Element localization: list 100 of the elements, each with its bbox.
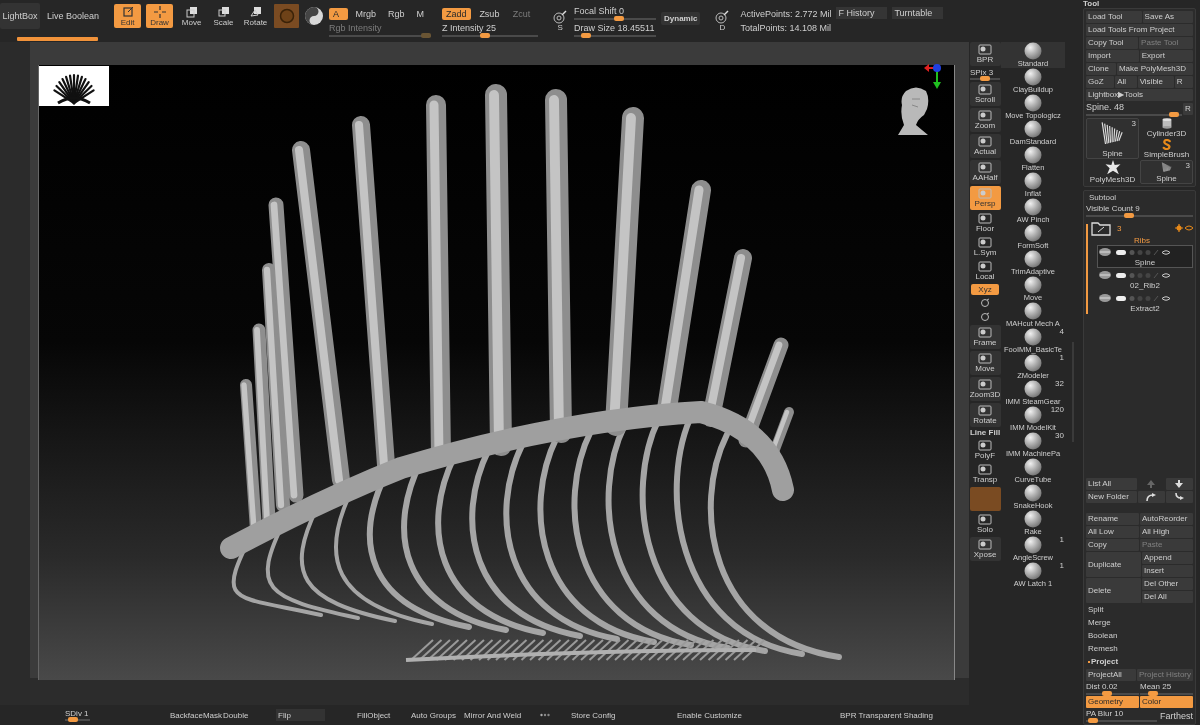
subtool-item[interactable]: Extract2 bbox=[1097, 291, 1193, 314]
bottom-button[interactable]: BPR Transparent Shading bbox=[840, 710, 933, 720]
sdiv-slider[interactable]: SDiv 1 bbox=[65, 709, 90, 721]
project-slider[interactable]: Mean 25 bbox=[1140, 682, 1193, 695]
transform-button[interactable]: Scale bbox=[210, 4, 238, 28]
subtool-item[interactable]: Spine bbox=[1097, 245, 1193, 268]
section-header[interactable]: Project bbox=[1086, 656, 1193, 668]
visible-count-slider[interactable]: Visible Count 9 bbox=[1086, 204, 1193, 217]
panel-button[interactable]: Color bbox=[1140, 696, 1193, 708]
panel-button[interactable]: All Low bbox=[1086, 526, 1139, 538]
viewport[interactable] bbox=[38, 65, 955, 680]
bottom-button[interactable]: Store Config bbox=[571, 710, 616, 720]
xyz-button[interactable]: Xyz bbox=[971, 284, 999, 295]
tool-thumbnail-button[interactable]: Cylinder3D bbox=[1140, 118, 1193, 138]
tool-slider[interactable]: Spine. 48 bbox=[1086, 102, 1182, 116]
shelf-button[interactable]: Zoom bbox=[969, 108, 1001, 132]
panel-button[interactable]: Append bbox=[1142, 552, 1193, 564]
slider-thumb[interactable] bbox=[480, 32, 491, 38]
panel-button[interactable]: Visible bbox=[1137, 76, 1174, 88]
bottom-button[interactable]: BackfaceMask bbox=[170, 710, 223, 720]
panel-button[interactable]: List All bbox=[1086, 478, 1137, 490]
shelf-button[interactable]: Transp bbox=[969, 463, 1001, 485]
slider-thumb[interactable] bbox=[581, 32, 592, 38]
bottom-button[interactable]: Flip bbox=[276, 709, 325, 721]
panel-button[interactable]: Rename bbox=[1086, 513, 1139, 525]
panel-button[interactable]: Make PolyMesh3D bbox=[1116, 63, 1193, 75]
bottom-button[interactable]: Double bbox=[223, 710, 249, 720]
live-boolean-button[interactable]: Live Boolean bbox=[45, 11, 102, 21]
panel-button[interactable]: Export bbox=[1139, 50, 1193, 62]
panel-button[interactable]: Load Tool bbox=[1086, 11, 1142, 23]
shelf-button[interactable]: L.Sym bbox=[969, 236, 1001, 258]
bottom-button[interactable]: Auto Groups bbox=[411, 710, 456, 720]
section-header[interactable]: Remesh bbox=[1086, 643, 1193, 655]
panel-button[interactable]: All High bbox=[1140, 526, 1193, 538]
panel-button[interactable]: Geometry bbox=[1086, 696, 1139, 708]
project-slider[interactable]: Dist 0.02 bbox=[1086, 682, 1139, 695]
mode-button[interactable]: Zadd bbox=[442, 7, 472, 20]
slider-thumb[interactable] bbox=[67, 717, 78, 722]
mode-button[interactable]: Rgb bbox=[384, 7, 409, 20]
shelf-button[interactable]: Xpose bbox=[969, 537, 1001, 561]
shelf-button[interactable]: Solo bbox=[969, 513, 1001, 535]
slider-thumb[interactable] bbox=[1102, 691, 1113, 696]
panel-button[interactable]: R bbox=[1183, 103, 1193, 115]
panel-button[interactable]: Duplicate bbox=[1086, 552, 1141, 577]
focal-shift-slider[interactable]: Focal Shift 0 bbox=[574, 5, 657, 20]
panel-button[interactable]: Copy bbox=[1086, 539, 1139, 551]
stroke-button[interactable]: S bbox=[553, 10, 568, 32]
slider-thumb[interactable] bbox=[1088, 718, 1099, 723]
panel-button[interactable]: Del Other bbox=[1142, 578, 1193, 590]
arrow-button[interactable] bbox=[1165, 491, 1193, 503]
shelf-button[interactable]: Floor bbox=[969, 212, 1001, 234]
shelf-button[interactable]: Zoom3D bbox=[969, 377, 1001, 401]
panel-button[interactable]: Import bbox=[1086, 50, 1139, 62]
slider-thumb[interactable] bbox=[1169, 112, 1180, 117]
panel-button[interactable]: GoZ bbox=[1086, 76, 1115, 88]
shelf-button[interactable]: Persp bbox=[969, 186, 1001, 210]
farthest-button[interactable]: Farthest bbox=[1158, 710, 1193, 721]
slider-thumb[interactable] bbox=[614, 15, 625, 21]
arrow-button[interactable] bbox=[1165, 478, 1193, 490]
panel-button[interactable]: R bbox=[1174, 76, 1194, 88]
tool-thumbnail-button[interactable]: SimpleBrush bbox=[1140, 139, 1193, 159]
panel-button[interactable]: Copy Tool bbox=[1086, 37, 1139, 49]
shelf-button[interactable]: Frame bbox=[969, 325, 1001, 349]
panel-button[interactable]: New Folder bbox=[1086, 491, 1137, 503]
mode-button[interactable]: Mrgb bbox=[351, 7, 381, 20]
panel-button[interactable]: AutoReorder bbox=[1140, 513, 1193, 525]
transform-button[interactable]: Rotate bbox=[242, 4, 270, 28]
slider-thumb[interactable] bbox=[980, 76, 990, 81]
material-swatch[interactable] bbox=[274, 4, 300, 28]
shelf-button[interactable]: Move bbox=[969, 351, 1001, 375]
panel-button[interactable]: All bbox=[1115, 76, 1137, 88]
shelf-button[interactable]: BPR bbox=[969, 42, 1001, 66]
draw-button[interactable]: Draw bbox=[146, 4, 174, 28]
shelf-button[interactable]: Scroll bbox=[969, 82, 1001, 106]
rotate-axis-button[interactable] bbox=[978, 311, 992, 323]
panel-button[interactable]: Del All bbox=[1142, 591, 1193, 603]
panel-button[interactable]: Load Tools From Project bbox=[1086, 24, 1193, 36]
bottom-button[interactable]: Mirror And Weld bbox=[464, 710, 522, 720]
spix-slider[interactable]: SPix 3 bbox=[970, 68, 1000, 80]
alpha-button[interactable]: D bbox=[715, 10, 730, 32]
rotate-axis-button[interactable] bbox=[978, 297, 992, 309]
shelf-button[interactable]: AAHalf bbox=[969, 160, 1001, 184]
shelf-button[interactable]: Actual bbox=[969, 134, 1001, 158]
pa-blur-slider[interactable]: PA Blur 10 bbox=[1086, 709, 1157, 722]
bottom-button[interactable]: Enable Customize bbox=[677, 710, 742, 720]
section-header[interactable]: Boolean bbox=[1086, 630, 1193, 642]
mode-button[interactable]: M bbox=[412, 7, 432, 20]
lightbox-button[interactable]: LightBox bbox=[0, 3, 40, 29]
shelf-button[interactable]: Rotate bbox=[969, 403, 1001, 427]
z-intensity-slider[interactable]: Z Intensity 25 bbox=[442, 22, 539, 37]
bottom-button[interactable]: FillObject bbox=[357, 710, 391, 720]
section-header[interactable]: Split bbox=[1086, 604, 1193, 616]
turntable-button[interactable]: Turntable bbox=[892, 7, 944, 19]
mode-button[interactable]: A bbox=[329, 7, 348, 20]
draw-size-slider[interactable]: Draw Size 18.45511 bbox=[574, 22, 657, 37]
subtool-item[interactable]: 02_Rib2 bbox=[1097, 268, 1193, 291]
f-history-button[interactable]: F History bbox=[836, 7, 888, 19]
panel-button[interactable]: ProjectAll bbox=[1086, 669, 1136, 681]
panel-button[interactable]: Clone bbox=[1086, 63, 1116, 75]
slider-thumb[interactable] bbox=[1123, 213, 1134, 218]
